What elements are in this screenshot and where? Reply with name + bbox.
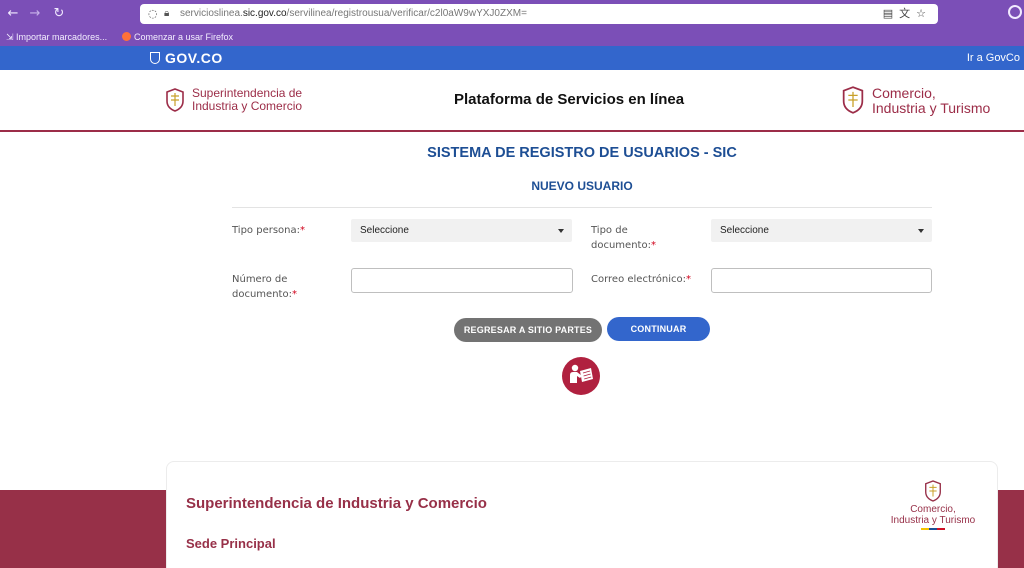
- govco-shield-icon: [150, 52, 160, 64]
- tipo-persona-label: Tipo persona:*: [232, 225, 305, 236]
- firefox-icon: [122, 32, 131, 41]
- colombia-flag-bar: [921, 528, 945, 530]
- reader-view-icon[interactable]: ▤: [883, 7, 899, 20]
- sic-logo[interactable]: Superintendencia de Industria y Comercio: [164, 86, 324, 116]
- govco-logo[interactable]: GOV.CO: [150, 49, 223, 67]
- lock-icon[interactable]: 🔒︎: [164, 7, 169, 21]
- tipo-documento-label: Tipo de documento:*: [591, 225, 656, 251]
- numero-documento-input[interactable]: [351, 268, 573, 293]
- address-bar[interactable]: ◌ 🔒︎ servicioslinea.sic.gov.co/serviline…: [140, 4, 938, 24]
- reading-manual-icon: [570, 364, 593, 383]
- colombia-crest-icon: [166, 88, 184, 112]
- translate-icon[interactable]: 文: [899, 7, 916, 20]
- bookmarks-toolbar: ⇲ Importar marcadores... Comenzar a usar…: [0, 28, 1024, 46]
- back-arrow-icon[interactable]: ←: [4, 5, 22, 23]
- correo-input[interactable]: [711, 268, 932, 293]
- govco-bar: GOV.CO Ir a GovCo: [0, 46, 1024, 70]
- site-header: Superintendencia de Industria y Comercio …: [0, 70, 1024, 132]
- form-divider: [232, 207, 932, 208]
- navigation-row: ← → ↻ ◌ 🔒︎ servicioslinea.sic.gov.co/ser…: [0, 0, 1024, 28]
- regresar-button[interactable]: REGRESAR A SITIO PARTES: [454, 318, 602, 342]
- numero-documento-label: Número de documento:*: [232, 274, 297, 300]
- account-icon[interactable]: [1008, 5, 1022, 19]
- import-icon: ⇲: [6, 32, 17, 42]
- user-manual-button[interactable]: [562, 357, 600, 395]
- reload-icon[interactable]: ↻: [50, 5, 68, 23]
- tracking-shield-icon[interactable]: ◌: [148, 7, 158, 21]
- system-title: SISTEMA DE REGISTRO DE USUARIOS - SIC: [427, 145, 737, 161]
- footer-title: Superintendencia de Industria y Comercio: [186, 495, 487, 512]
- bookmark-import[interactable]: ⇲ Importar marcadores...: [6, 30, 107, 44]
- mincit-logo[interactable]: Comercio, Industria y Turismo: [840, 84, 1010, 118]
- continuar-button[interactable]: CONTINUAR: [607, 317, 710, 341]
- footer-card: Superintendencia de Industria y Comercio…: [166, 461, 998, 568]
- caret-down-icon: [558, 229, 564, 233]
- bookmark-getting-started[interactable]: Comenzar a usar Firefox: [122, 30, 233, 44]
- address-bar-actions: ▤文☆: [883, 7, 932, 21]
- url-text[interactable]: servicioslinea.sic.gov.co/servilinea/reg…: [180, 7, 527, 21]
- colombia-crest-icon: [842, 86, 864, 114]
- form-subtitle: NUEVO USUARIO: [531, 179, 633, 193]
- page-title: Plataforma de Servicios en línea: [454, 91, 685, 108]
- browser-toolbar: ← → ↻ ◌ 🔒︎ servicioslinea.sic.gov.co/ser…: [0, 0, 1024, 46]
- ir-a-govco-link[interactable]: Ir a GovCo: [967, 51, 1020, 65]
- footer-mincit-logo[interactable]: Comercio, Industria y Turismo: [883, 480, 983, 532]
- bookmark-star-icon[interactable]: ☆: [916, 7, 932, 20]
- footer-sede-heading: Sede Principal: [186, 536, 276, 551]
- colombia-crest-icon: [925, 480, 941, 502]
- tipo-documento-select[interactable]: Seleccione: [711, 219, 932, 242]
- caret-down-icon: [918, 229, 924, 233]
- tipo-persona-select[interactable]: Seleccione: [351, 219, 572, 242]
- correo-label: Correo electrónico:*: [591, 274, 691, 285]
- forward-arrow-icon[interactable]: →: [26, 5, 44, 23]
